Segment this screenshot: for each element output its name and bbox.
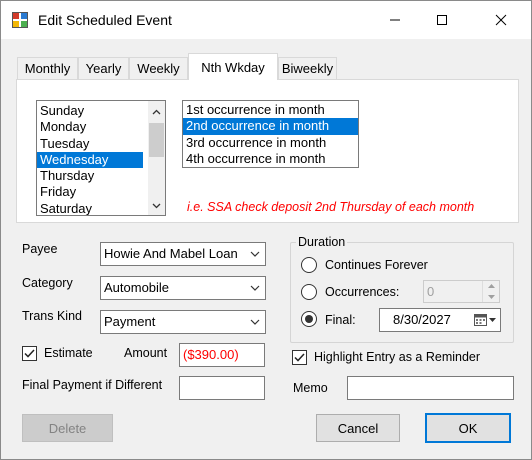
tab-label: Nth Wkday xyxy=(201,59,265,75)
scroll-down-icon[interactable] xyxy=(148,197,165,214)
list-item[interactable]: Sunday xyxy=(37,103,165,119)
tab-monthly[interactable]: Monthly xyxy=(17,57,78,79)
hint-text: i.e. SSA check deposit 2nd Thursday of e… xyxy=(187,200,475,214)
list-item[interactable]: Saturday xyxy=(37,201,165,215)
trans-kind-value: Payment xyxy=(104,314,156,329)
list-item[interactable]: Monday xyxy=(37,119,165,135)
payee-label: Payee xyxy=(22,242,58,256)
tab-label: Biweekly xyxy=(281,61,334,76)
category-combo[interactable]: Automobile xyxy=(100,276,266,300)
final-date-value: 8/30/2027 xyxy=(393,312,451,327)
reminder-checkbox[interactable] xyxy=(292,350,307,365)
minimize-icon xyxy=(389,14,401,26)
stepper-up-icon[interactable] xyxy=(482,281,499,292)
calendar-icon[interactable] xyxy=(474,313,496,326)
cancel-button[interactable]: Cancel xyxy=(316,414,400,442)
ok-button[interactable]: OK xyxy=(425,413,511,443)
app-icon xyxy=(12,12,28,28)
maximize-icon xyxy=(436,14,448,26)
close-button[interactable] xyxy=(478,1,524,39)
tab-biweekly[interactable]: Biweekly xyxy=(278,57,337,79)
maximize-button[interactable] xyxy=(419,1,465,39)
occurrences-stepper[interactable]: 0 xyxy=(423,280,500,303)
scroll-up-icon[interactable] xyxy=(148,103,165,120)
list-item[interactable]: Tuesday xyxy=(37,136,165,152)
weekday-list[interactable]: Sunday Monday Tuesday Wednesday Thursday… xyxy=(36,100,166,216)
category-label: Category xyxy=(22,276,73,290)
chevron-down-icon[interactable] xyxy=(245,243,265,265)
stepper-down-icon[interactable] xyxy=(482,291,499,302)
final-date-picker[interactable]: 8/30/2027 xyxy=(379,308,501,332)
occurrence-list[interactable]: 1st occurrence in month 2nd occurrence i… xyxy=(182,100,359,168)
forever-label[interactable]: Continues Forever xyxy=(325,258,428,272)
list-item[interactable]: 3rd occurrence in month xyxy=(183,135,358,151)
tab-yearly[interactable]: Yearly xyxy=(78,57,129,79)
estimate-label[interactable]: Estimate xyxy=(44,346,93,360)
weekday-scrollbar[interactable] xyxy=(148,101,165,215)
final-payment-label: Final Payment if Different xyxy=(22,378,163,392)
memo-input[interactable] xyxy=(347,376,514,400)
minimize-button[interactable] xyxy=(372,1,418,39)
payee-value: Howie And Mabel Loan xyxy=(104,246,238,261)
tab-label: Yearly xyxy=(85,61,122,76)
chevron-down-icon[interactable] xyxy=(245,277,265,299)
checkmark-icon xyxy=(24,347,35,361)
amount-label: Amount xyxy=(124,346,168,360)
occurrences-radio[interactable] xyxy=(301,284,317,300)
delete-button[interactable]: Delete xyxy=(22,414,113,442)
tab-nth-wkday[interactable]: Nth Wkday xyxy=(188,53,278,80)
list-item[interactable]: 1st occurrence in month xyxy=(183,102,358,118)
trans-kind-label: Trans Kind xyxy=(22,309,82,323)
close-icon xyxy=(495,14,507,26)
title-bar: Edit Scheduled Event xyxy=(1,1,531,39)
list-item[interactable]: 4th occurrence in month xyxy=(183,151,358,167)
list-item-selected[interactable]: Wednesday xyxy=(37,151,143,169)
occurrences-label[interactable]: Occurrences: xyxy=(325,285,399,299)
dialog-window: Edit Scheduled Event Monthly Yearly Week… xyxy=(0,0,532,460)
chevron-down-icon[interactable] xyxy=(245,311,265,333)
amount-input[interactable]: ($390.00) xyxy=(179,343,265,367)
tab-label: Monthly xyxy=(24,61,71,76)
trans-kind-combo[interactable]: Payment xyxy=(100,310,266,334)
duration-title: Duration xyxy=(296,235,348,249)
list-item[interactable]: Friday xyxy=(37,184,165,200)
scrollbar-thumb[interactable] xyxy=(149,123,164,157)
forever-radio[interactable] xyxy=(301,257,317,273)
payee-combo[interactable]: Howie And Mabel Loan xyxy=(100,242,266,266)
final-payment-input[interactable] xyxy=(179,376,265,400)
tab-label: Weekly xyxy=(137,61,180,76)
category-value: Automobile xyxy=(104,280,170,295)
stepper-buttons[interactable] xyxy=(482,281,499,302)
final-radio[interactable] xyxy=(301,311,317,327)
reminder-label[interactable]: Highlight Entry as a Reminder xyxy=(314,350,480,364)
list-item[interactable]: Thursday xyxy=(37,168,165,184)
memo-label: Memo xyxy=(293,381,328,395)
occurrences-value: 0 xyxy=(427,284,435,299)
checkmark-icon xyxy=(294,351,305,365)
window-title: Edit Scheduled Event xyxy=(38,12,172,28)
tab-weekly[interactable]: Weekly xyxy=(129,57,188,79)
estimate-checkbox[interactable] xyxy=(22,346,37,361)
list-item-selected[interactable]: 2nd occurrence in month xyxy=(183,118,358,135)
final-label[interactable]: Final: xyxy=(325,313,356,327)
